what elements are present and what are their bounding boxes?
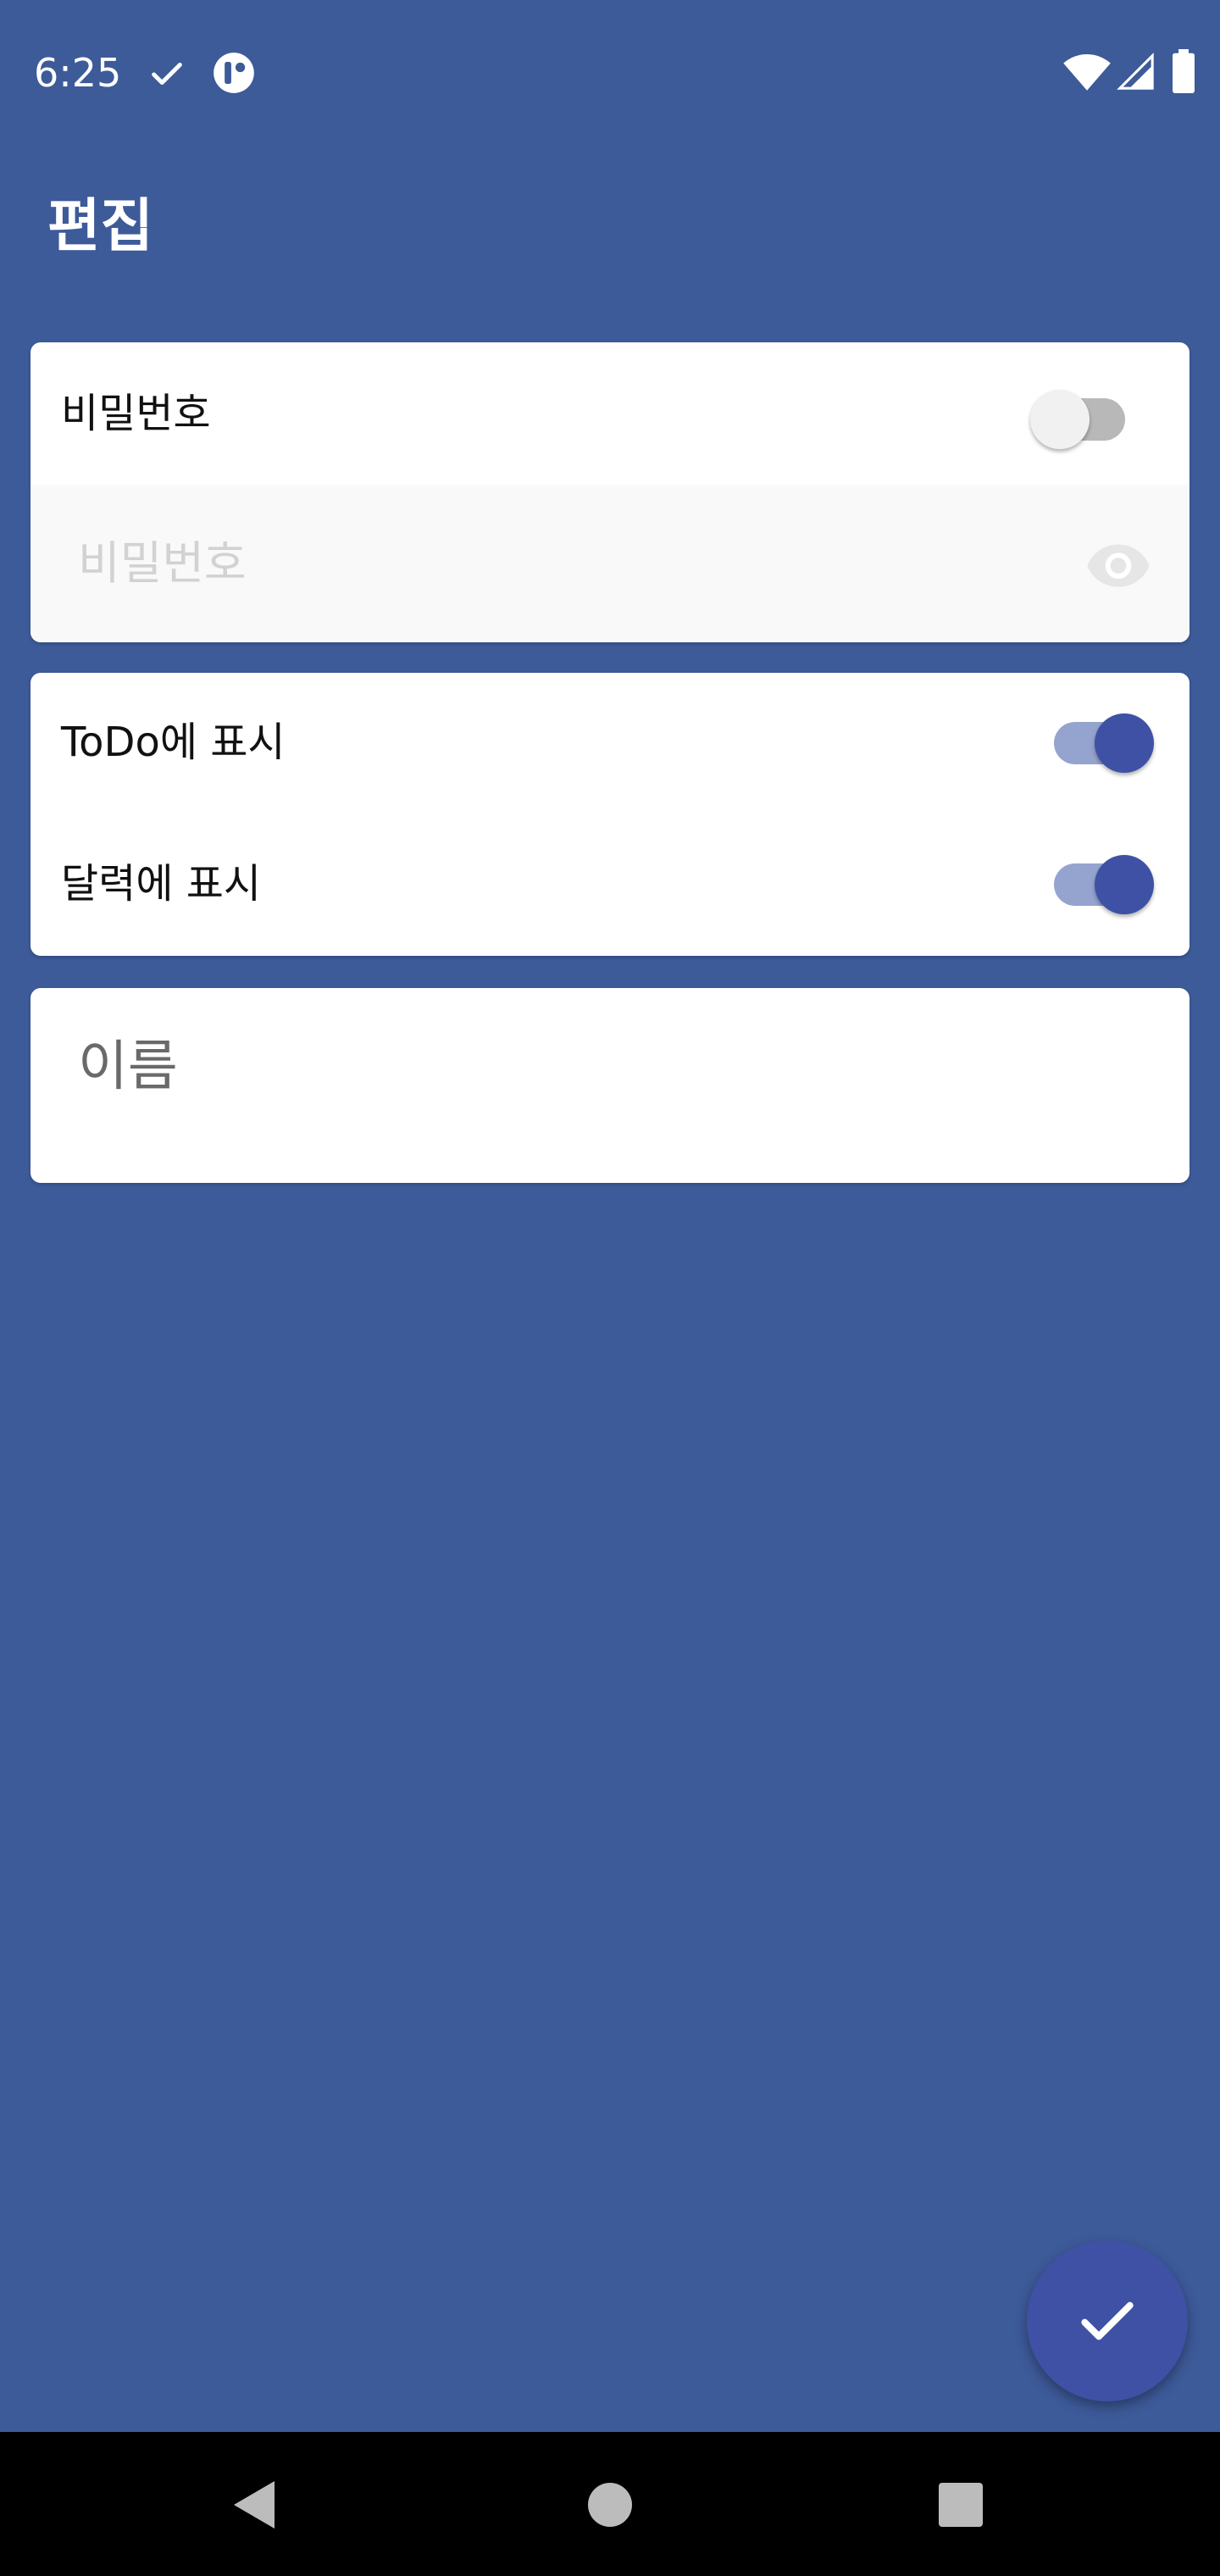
- signal-icon: [1117, 53, 1156, 92]
- password-input[interactable]: [78, 529, 1027, 597]
- calendar-toggle-label: 달력에 표시: [61, 860, 262, 908]
- status-bar: 6:25: [0, 0, 1220, 146]
- todo-toggle-switch[interactable]: [1047, 702, 1154, 773]
- todo-toggle-label: ToDo에 표시: [61, 719, 286, 766]
- check-icon: [1081, 2301, 1134, 2340]
- page-title: 편집: [47, 193, 154, 260]
- switch-thumb: [1030, 390, 1090, 449]
- check-icon: [147, 54, 186, 93]
- calendar-toggle-row[interactable]: 달력에 표시: [30, 814, 1190, 956]
- save-fab-button[interactable]: [1027, 2240, 1188, 2401]
- eye-icon[interactable]: [1084, 530, 1152, 598]
- navigation-bar: [0, 2432, 1220, 2576]
- home-icon[interactable]: [588, 2483, 632, 2527]
- calendar-toggle-switch[interactable]: [1047, 843, 1154, 914]
- switch-thumb: [1095, 713, 1154, 773]
- app-notification-icon: [212, 51, 256, 95]
- switch-thumb: [1095, 855, 1154, 914]
- status-time: 6:25: [34, 50, 122, 96]
- name-input[interactable]: [78, 1029, 1095, 1105]
- password-toggle-row[interactable]: 비밀번호: [30, 342, 1190, 485]
- wifi-icon: [1062, 53, 1112, 92]
- password-toggle-label: 비밀번호: [61, 390, 211, 437]
- password-card: 비밀번호: [30, 342, 1190, 642]
- todo-toggle-row[interactable]: ToDo에 표시: [30, 673, 1190, 814]
- password-toggle-switch[interactable]: [1030, 378, 1132, 449]
- password-input-area: [30, 485, 1190, 642]
- back-icon[interactable]: [230, 2478, 278, 2532]
- display-settings-card: ToDo에 표시 달력에 표시: [30, 673, 1190, 956]
- battery-icon: [1171, 49, 1196, 93]
- name-card: [30, 988, 1190, 1183]
- recents-icon[interactable]: [939, 2483, 983, 2527]
